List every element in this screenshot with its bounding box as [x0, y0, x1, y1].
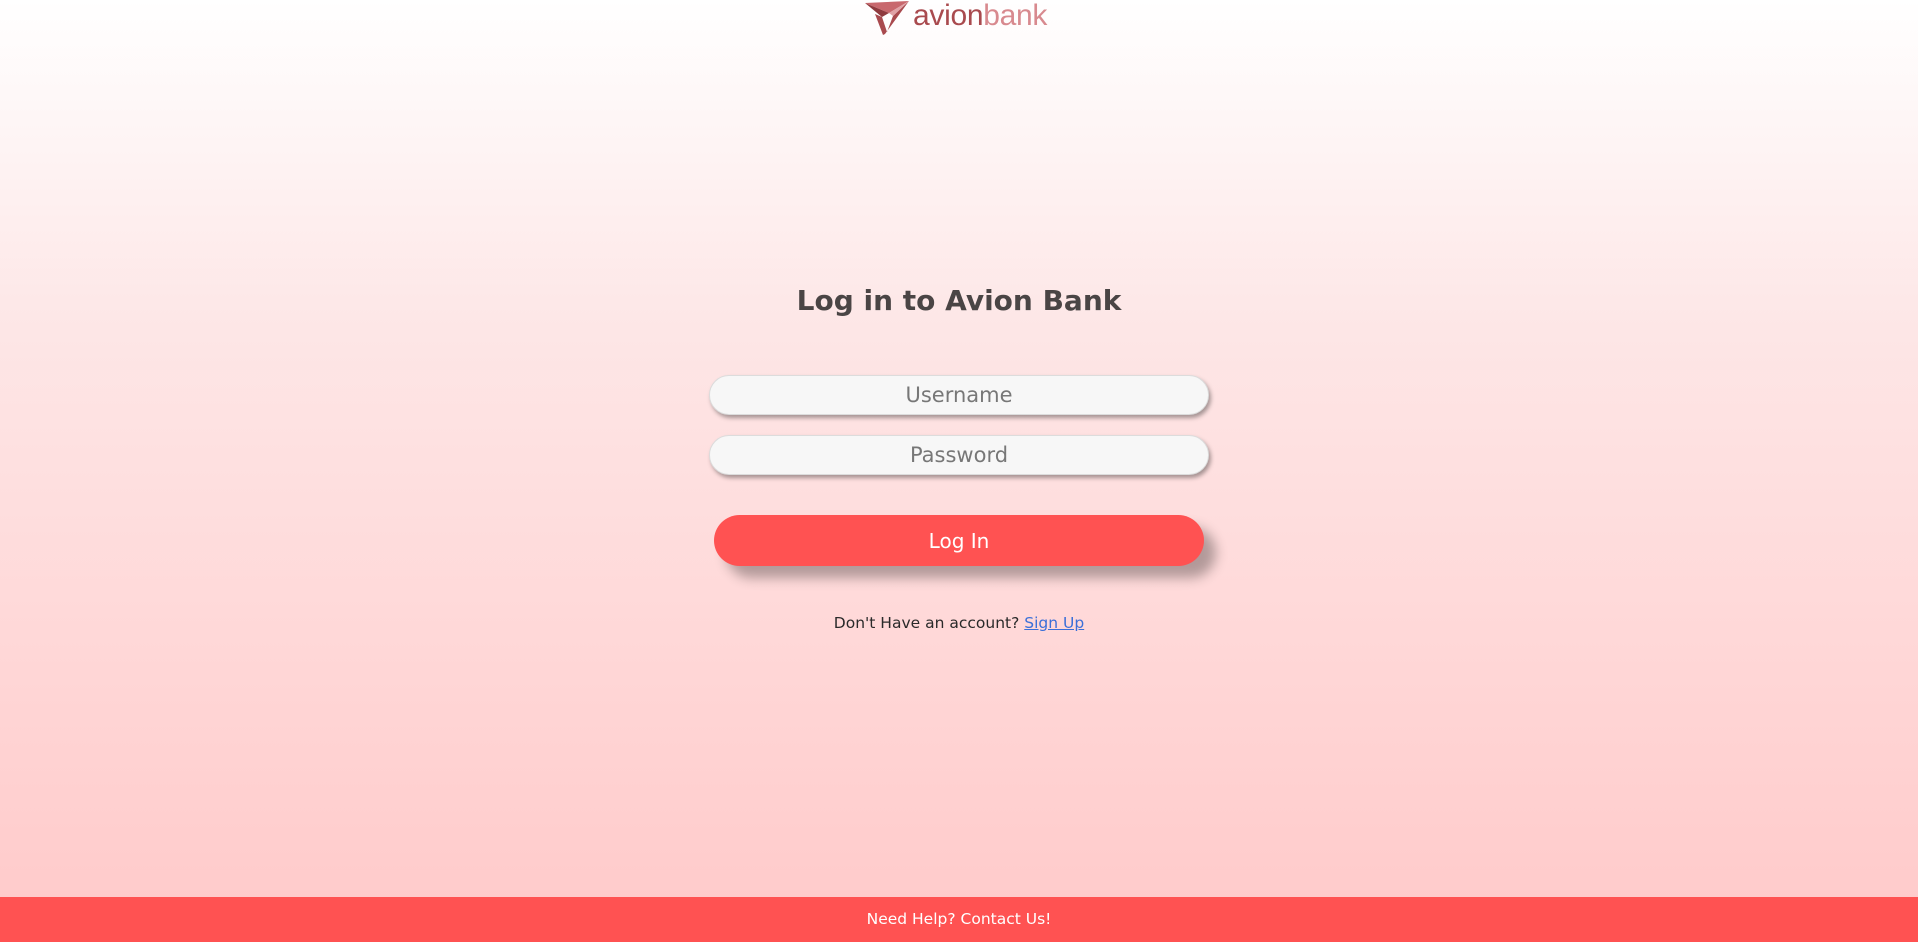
logo-text-bank: bank	[983, 0, 1048, 32]
brand-logo[interactable]: avionbank	[863, 0, 1047, 36]
contact-help-link[interactable]: Need Help? Contact Us!	[867, 910, 1052, 928]
username-input[interactable]	[709, 375, 1209, 415]
password-input[interactable]	[709, 435, 1209, 475]
logo-text-avion: avion	[913, 0, 984, 32]
footer-bar: Need Help? Contact Us!	[0, 897, 1918, 942]
paper-plane-logo-icon	[865, 1, 909, 35]
logo-wordmark: avionbank	[913, 1, 1047, 31]
signup-prompt-text: Don't Have an account?	[833, 614, 1020, 632]
page-title: Log in to Avion Bank	[796, 284, 1122, 317]
signup-link[interactable]: Sign Up	[1024, 614, 1084, 632]
login-button[interactable]: Log In	[714, 515, 1204, 566]
signup-prompt-line: Don't Have an account? Sign Up	[0, 614, 1918, 632]
